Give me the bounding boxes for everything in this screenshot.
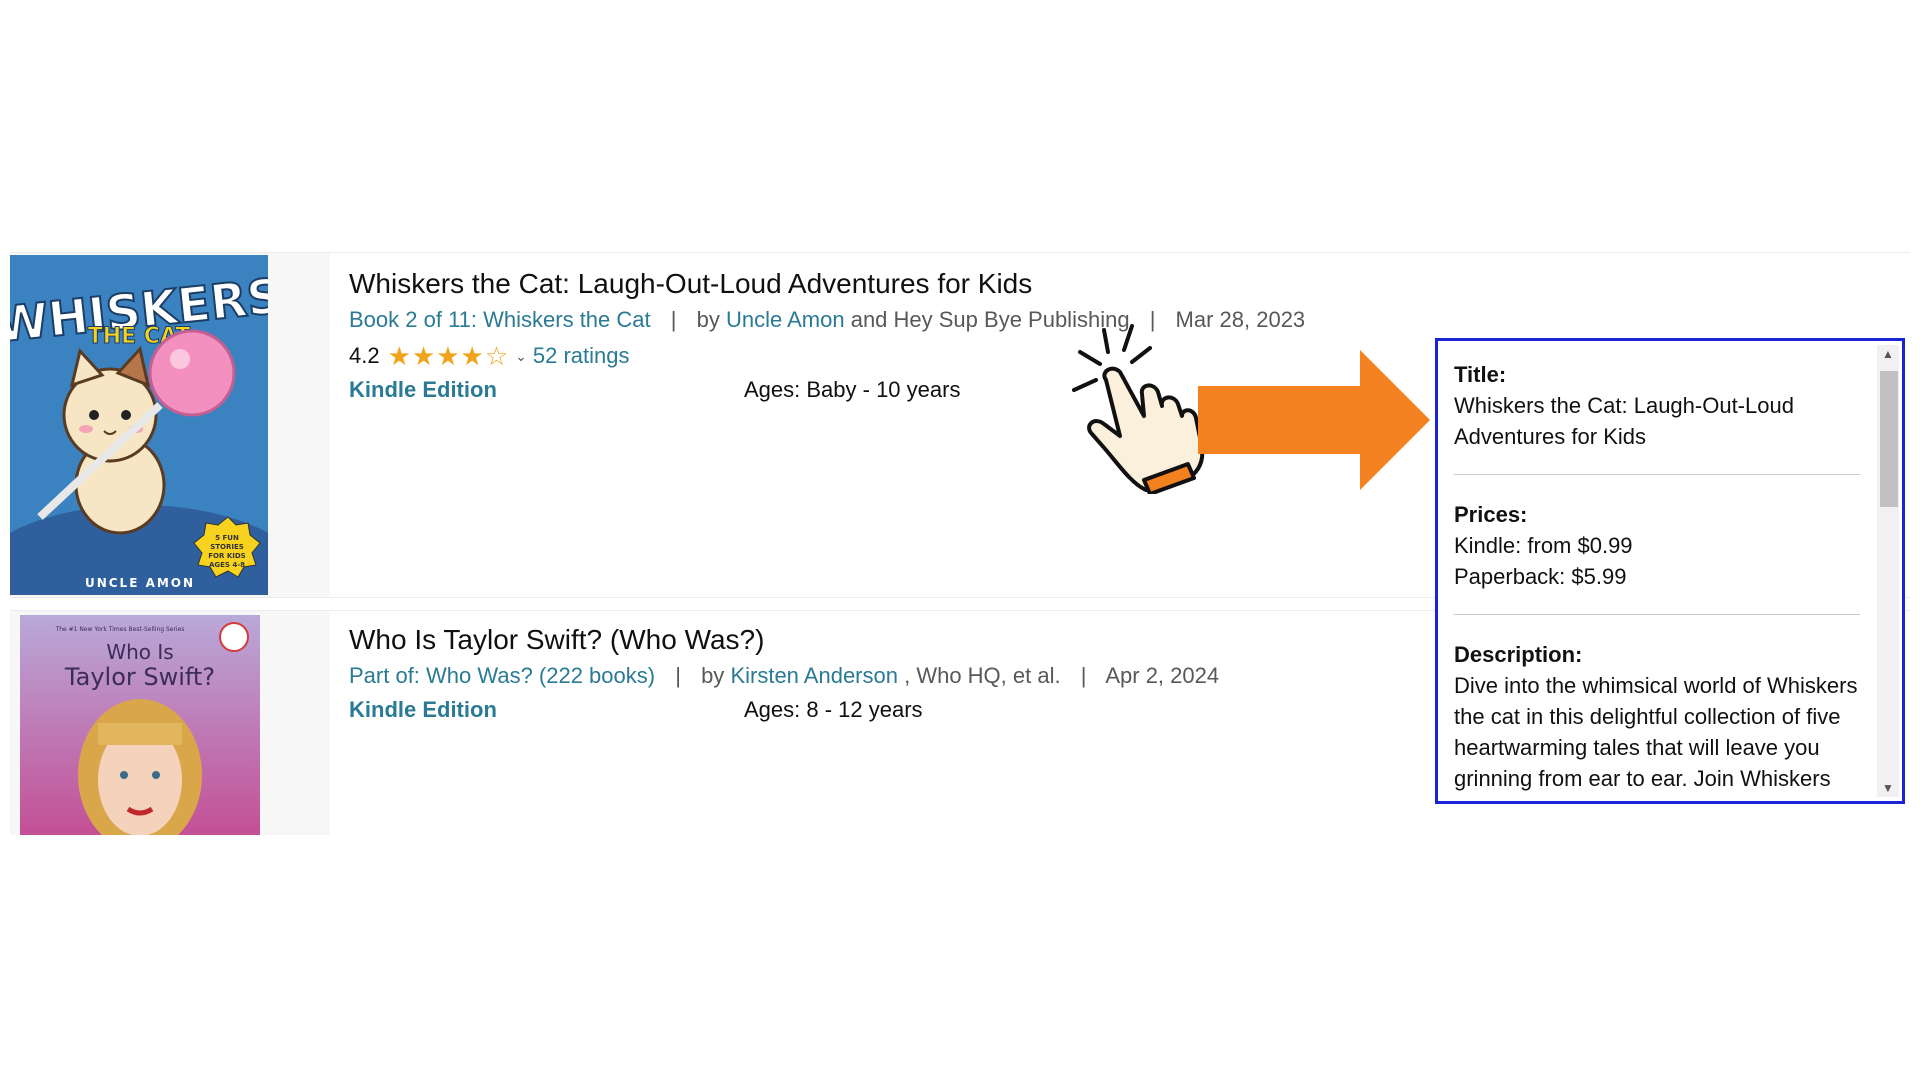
separator: | [670,307,677,332]
rating-value: 4.2 [349,343,380,368]
cover-title-line2: Taylor Swift? [64,663,215,691]
series-link[interactable]: Book 2 of 11: Whiskers the Cat [349,307,651,332]
format-line: Kindle Edition Ages: 8 - 12 years [349,697,1219,731]
panel-prices-label: Prices: [1454,502,1528,527]
panel-scrollbar[interactable]: ▲ ▼ [1877,345,1899,797]
author-link[interactable]: Kirsten Anderson [730,663,898,688]
star-rating-icon[interactable]: ★★★★☆ [388,341,510,371]
format-link[interactable]: Kindle Edition [349,697,497,723]
age-range: Ages: Baby - 10 years [744,377,961,402]
separator: | [1080,663,1087,688]
book-title-link[interactable]: Whiskers the Cat: Laugh-Out-Loud Adventu… [349,267,1305,301]
cover-title-line1: Who Is [106,640,173,664]
svg-text:FOR KIDS: FOR KIDS [208,552,245,560]
author-rest: , Who HQ, et al. [897,663,1061,688]
svg-text:STORIES: STORIES [210,543,244,551]
scrollbar-thumb[interactable] [1880,371,1898,507]
panel-content: Title: Whiskers the Cat: Laugh-Out-Loud … [1454,359,1860,801]
kindle-price: Kindle: from $0.99 [1454,533,1633,558]
svg-text:AGES 4-8: AGES 4-8 [209,561,245,569]
age-range: Ages: 8 - 12 years [744,697,923,722]
result-info: Who Is Taylor Swift? (Who Was?) Part of:… [349,623,1219,731]
format-link[interactable]: Kindle Edition [349,377,497,403]
divider [1454,474,1860,475]
separator: | [675,663,681,688]
svg-text:5 FUN: 5 FUN [215,534,239,542]
divider [1454,614,1860,615]
book-title-link[interactable]: Who Is Taylor Swift? (Who Was?) [349,623,1219,657]
paperback-price: Paperback: $5.99 [1454,564,1627,589]
arrow-right-icon [1198,350,1430,495]
panel-description-label: Description: [1454,642,1583,667]
hand-click-icon [1036,324,1206,499]
publish-date: Apr 2, 2024 [1105,663,1220,688]
cover-author: UNCLE AMON [85,576,195,590]
cover-series-banner: The #1 New York Times Best-Selling Serie… [55,626,185,633]
chevron-down-icon[interactable]: ⌄ [515,341,527,371]
by-label: by [696,307,720,332]
book-cover-whiskers[interactable]: WHISKERS THE CAT 5 FUN STORIES FOR KIDS … [10,255,268,595]
book-meta: Part of: Who Was? (222 books) | by Kirst… [349,661,1219,691]
series-link[interactable]: Part of: Who Was? (222 books) [349,663,655,688]
panel-title-label: Title: [1454,362,1507,387]
scroll-up-icon[interactable]: ▲ [1882,347,1894,361]
author-link[interactable]: Uncle Amon [726,307,845,332]
book-cover-taylor-swift[interactable]: The #1 New York Times Best-Selling Serie… [20,615,260,835]
panel-title-value: Whiskers the Cat: Laugh-Out-Loud Adventu… [1454,393,1794,449]
book-details-panel[interactable]: Title: Whiskers the Cat: Laugh-Out-Loud … [1435,338,1905,804]
panel-description: Dive into the whimsical world of Whisker… [1454,673,1858,801]
ratings-count-link[interactable]: 52 ratings [533,341,630,371]
scroll-down-icon[interactable]: ▼ [1882,781,1894,795]
by-label: by [701,663,725,688]
